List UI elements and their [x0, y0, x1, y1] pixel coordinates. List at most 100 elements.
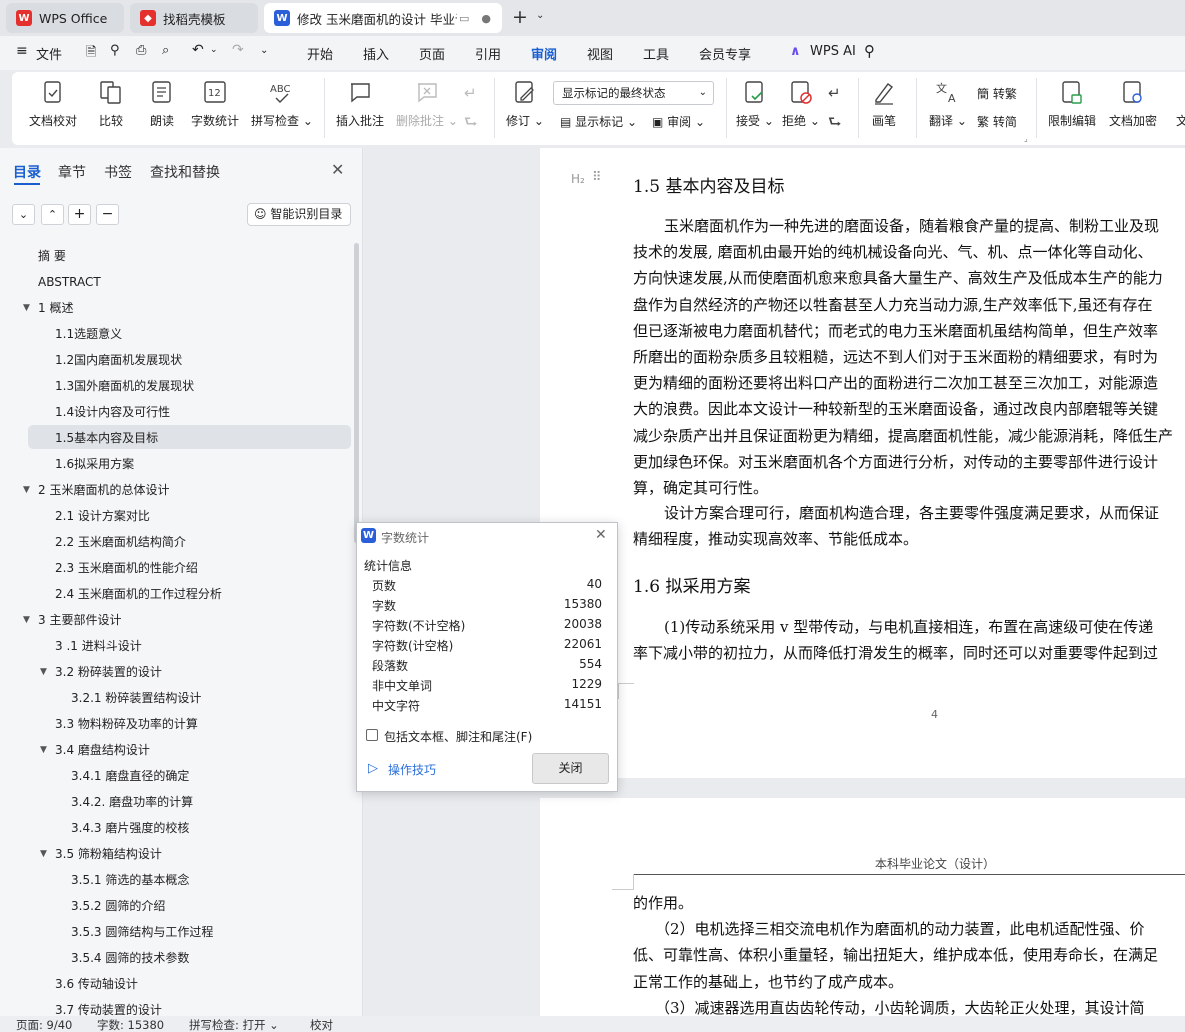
- status-spell[interactable]: 拼写检查: 打开 ⌄: [189, 1017, 279, 1032]
- prev-change-icon[interactable]: ↵: [828, 84, 841, 102]
- share-icon[interactable]: ⚲: [110, 43, 120, 58]
- toc-item[interactable]: 3.2 粉碎装置的设计: [55, 659, 162, 685]
- tab-wps-office[interactable]: W WPS Office: [6, 3, 124, 33]
- toc-item[interactable]: 3.2.1 粉碎装置结构设计: [71, 685, 201, 711]
- toc-item[interactable]: 3.4.2. 磨盘功率的计算: [71, 789, 193, 815]
- restrict-edit-button[interactable]: 限制编辑: [1048, 80, 1096, 129]
- toc-item[interactable]: 2.1 设计方案对比: [55, 503, 150, 529]
- to-simplified-button[interactable]: 繁 转简: [977, 113, 1017, 130]
- toc-item[interactable]: 1.3国外磨面机的发展现状: [55, 373, 194, 399]
- toc-item[interactable]: 3.4.3 磨片强度的校核: [71, 815, 189, 841]
- expand-button[interactable]: ⌃: [41, 204, 64, 225]
- print-icon[interactable]: ⎙: [136, 43, 146, 58]
- new-tab-button[interactable]: +: [512, 6, 528, 28]
- review-pane-button[interactable]: ▣ 审阅 ⌄: [652, 113, 705, 130]
- collapse-button[interactable]: ⌄: [12, 204, 35, 225]
- toc-item[interactable]: 2.3 玉米磨面机的性能介绍: [55, 555, 198, 581]
- doc-check-button[interactable]: 文档校对: [29, 80, 77, 129]
- toc-item[interactable]: 2.2 玉米磨面机结构简介: [55, 529, 186, 555]
- nav-tab-find-replace[interactable]: 查找和替换: [150, 162, 220, 182]
- toc-item[interactable]: 1.5基本内容及目标: [55, 425, 158, 451]
- toc-item[interactable]: 3.6 传动轴设计: [55, 971, 138, 997]
- search-icon[interactable]: ⚲: [864, 42, 875, 60]
- add-heading-button[interactable]: +: [68, 204, 91, 225]
- tab-close-dot-icon[interactable]: ●: [481, 12, 491, 25]
- ribbon-expand-icon[interactable]: ⌟: [1024, 134, 1028, 143]
- menu-tools[interactable]: 工具: [643, 44, 669, 63]
- hamburger-icon[interactable]: ≡: [16, 43, 28, 59]
- insert-comment-button[interactable]: 插入批注: [336, 80, 384, 129]
- status-page[interactable]: 页面: 9/40: [16, 1017, 72, 1032]
- toc-item[interactable]: 3 .1 进料斗设计: [55, 633, 142, 659]
- toc-item[interactable]: 3.4.1 磨盘直径的确定: [71, 763, 189, 789]
- toc-expand-arrow-icon[interactable]: ▼: [40, 737, 47, 763]
- reject-button[interactable]: 拒绝 ⌄: [782, 80, 820, 129]
- close-icon[interactable]: ✕: [331, 160, 344, 179]
- toc-item[interactable]: 3.5.4 圆筛的技术参数: [71, 945, 189, 971]
- toc-item[interactable]: 3.5.2 圆筛的介绍: [71, 893, 165, 919]
- toc-item[interactable]: 3.5.1 筛选的基本概念: [71, 867, 189, 893]
- nav-tab-toc[interactable]: 目录: [13, 162, 41, 182]
- read-aloud-button[interactable]: 朗读: [150, 80, 174, 129]
- nav-tab-bookmarks[interactable]: 书签: [104, 162, 132, 182]
- menu-home[interactable]: 开始: [307, 44, 333, 63]
- toc-expand-arrow-icon[interactable]: ▼: [40, 659, 47, 685]
- tab-docer-templates[interactable]: ◆ 找稻壳模板: [130, 3, 258, 33]
- menu-insert[interactable]: 插入: [363, 44, 389, 63]
- doc-encrypt-button[interactable]: 文档加密: [1109, 80, 1157, 129]
- toc-item[interactable]: 摘 要: [38, 243, 66, 269]
- menu-reference[interactable]: 引用: [475, 44, 501, 63]
- tab-document[interactable]: W 修改 玉米磨面机的设计 毕业论 ▭ ●: [264, 3, 502, 33]
- close-button[interactable]: 关闭: [532, 753, 609, 784]
- toc-item[interactable]: 2.4 玉米磨面机的工作过程分析: [55, 581, 222, 607]
- status-proof[interactable]: 校对: [310, 1017, 333, 1032]
- to-traditional-button[interactable]: 簡 转繁: [977, 85, 1017, 102]
- smart-toc-button[interactable]: ☺ 智能识别目录: [247, 203, 351, 226]
- include-textbox-checkbox[interactable]: [366, 729, 378, 741]
- nav-tab-chapters[interactable]: 章节: [58, 162, 86, 182]
- toc-expand-arrow-icon[interactable]: ▼: [23, 607, 30, 633]
- tab-list-chevron-icon[interactable]: ⌄: [536, 10, 544, 21]
- more-ribbon-button[interactable]: 文: [1170, 80, 1185, 129]
- include-textbox-label[interactable]: 包括文本框、脚注和尾注(F): [384, 728, 532, 745]
- word-count-button[interactable]: 12 字数统计: [191, 80, 239, 129]
- toc-expand-arrow-icon[interactable]: ▼: [23, 477, 30, 503]
- toc-item[interactable]: 1 概述: [38, 295, 73, 321]
- menu-member[interactable]: 会员专享: [699, 44, 751, 63]
- toc-expand-arrow-icon[interactable]: ▼: [23, 295, 30, 321]
- undo-icon[interactable]: ↶: [192, 42, 204, 58]
- spell-check-button[interactable]: ABC 拼写检查 ⌄: [251, 80, 313, 129]
- toc-item[interactable]: 2 玉米磨面机的总体设计: [38, 477, 169, 503]
- toc-item[interactable]: 3.5.3 圆筛结构与工作过程: [71, 919, 213, 945]
- revise-button[interactable]: 修订 ⌄: [506, 80, 544, 129]
- toc-item[interactable]: 3 主要部件设计: [38, 607, 121, 633]
- toc-item[interactable]: 3.5 筛粉箱结构设计: [55, 841, 162, 867]
- undo-dropdown-icon[interactable]: ⌄: [210, 45, 218, 55]
- pen-button[interactable]: 画笔: [872, 80, 896, 129]
- toc-item[interactable]: 1.4设计内容及可行性: [55, 399, 170, 425]
- markup-state-select[interactable]: 显示标记的最终状态 ⌄: [553, 81, 714, 105]
- toc-item[interactable]: 1.2国内磨面机发展现状: [55, 347, 182, 373]
- toc-item[interactable]: 1.6拟采用方案: [55, 451, 134, 477]
- drag-handle-icon[interactable]: ⠿: [592, 170, 602, 185]
- toc-item[interactable]: 3.7 传动装置的设计: [55, 997, 162, 1016]
- menu-page[interactable]: 页面: [419, 44, 445, 63]
- menu-review[interactable]: 审阅: [531, 44, 557, 63]
- accept-button[interactable]: 接受 ⌄: [736, 80, 774, 129]
- menu-file[interactable]: 文件: [36, 44, 62, 63]
- quick-access-chevron-icon[interactable]: ⌄: [260, 45, 268, 56]
- toc-item[interactable]: ABSTRACT: [38, 269, 101, 295]
- next-change-icon[interactable]: ⮑: [828, 112, 842, 137]
- tips-link[interactable]: 操作技巧: [388, 761, 436, 778]
- toc-item[interactable]: 1.1选题意义: [55, 321, 122, 347]
- print-preview-icon[interactable]: ⌕: [162, 43, 169, 58]
- menu-view[interactable]: 视图: [587, 44, 613, 63]
- remove-heading-button[interactable]: −: [96, 204, 119, 225]
- compare-button[interactable]: 比较: [99, 80, 123, 129]
- status-words[interactable]: 字数: 15380: [97, 1017, 164, 1032]
- show-markup-button[interactable]: ▤ 显示标记 ⌄: [560, 113, 637, 130]
- save-icon[interactable]: 🗎: [86, 43, 96, 65]
- toc-item[interactable]: 3.3 物料粉碎及功率的计算: [55, 711, 198, 737]
- toc-expand-arrow-icon[interactable]: ▼: [40, 841, 47, 867]
- toc-item[interactable]: 3.4 磨盘结构设计: [55, 737, 150, 763]
